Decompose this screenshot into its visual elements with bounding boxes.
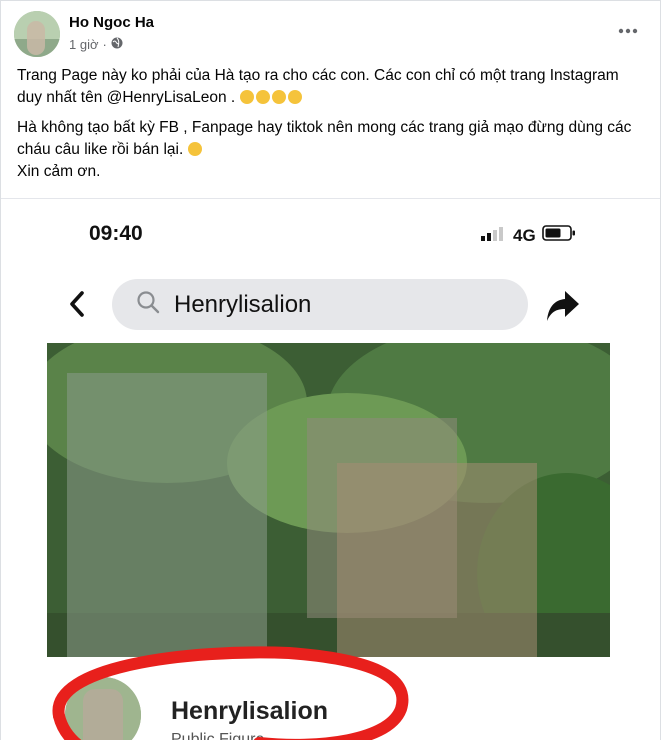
clap-emoji-icon	[271, 90, 286, 104]
post-paragraph-2: Hà không tạo bất kỳ FB , Fanpage hay tik…	[17, 117, 647, 183]
post-meta: 1 giờ ·	[69, 37, 123, 52]
search-bar[interactable]: Henrylisalion	[112, 279, 528, 330]
facebook-post: Ho Ngoc Ha 1 giờ · Trang Page này ko phả…	[0, 0, 661, 740]
post-paragraph-1: Trang Page này ko phải của Hà tạo ra cho…	[17, 65, 647, 109]
author-avatar[interactable]	[14, 11, 60, 57]
profile-cover-photo	[47, 343, 610, 657]
globe-icon	[111, 37, 123, 52]
phone-status-bar: 4G	[481, 225, 576, 246]
post-time[interactable]: 1 giờ	[69, 37, 99, 52]
more-options-icon[interactable]	[618, 21, 638, 39]
profile-avatar[interactable]	[65, 677, 141, 740]
network-label: 4G	[513, 225, 536, 245]
phone-status-time: 09:40	[89, 222, 143, 245]
share-icon[interactable]	[545, 289, 581, 328]
thumbs-down-emoji-icon	[187, 142, 202, 156]
back-chevron-icon[interactable]	[67, 290, 87, 323]
post-paragraph-3-text: Xin cảm ơn.	[17, 163, 101, 180]
raised-hands-emoji-icon	[287, 90, 302, 104]
post-text: Trang Page này ko phải của Hà tạo ra cho…	[17, 65, 647, 191]
post-paragraph-2-text: Hà không tạo bất kỳ FB , Fanpage hay tik…	[17, 119, 632, 158]
battery-icon	[541, 225, 576, 246]
search-input-value[interactable]: Henrylisalion	[174, 291, 311, 319]
post-paragraph-1-text: Trang Page này ko phải của Hà tạo ra cho…	[17, 67, 619, 106]
thumbs-up-emoji-icon	[239, 90, 254, 104]
meta-separator: ·	[102, 37, 107, 52]
post-image[interactable]: 09:40 4G Henrylisalion Henrylisalion Pub…	[1, 198, 660, 740]
search-icon	[136, 290, 160, 319]
signal-icon	[481, 225, 507, 246]
profile-header: Henrylisalion Public Figure	[47, 657, 610, 740]
handshake-emoji-icon	[255, 90, 270, 104]
author-name[interactable]: Ho Ngoc Ha	[69, 14, 154, 31]
profile-name: Henrylisalion	[171, 697, 328, 725]
